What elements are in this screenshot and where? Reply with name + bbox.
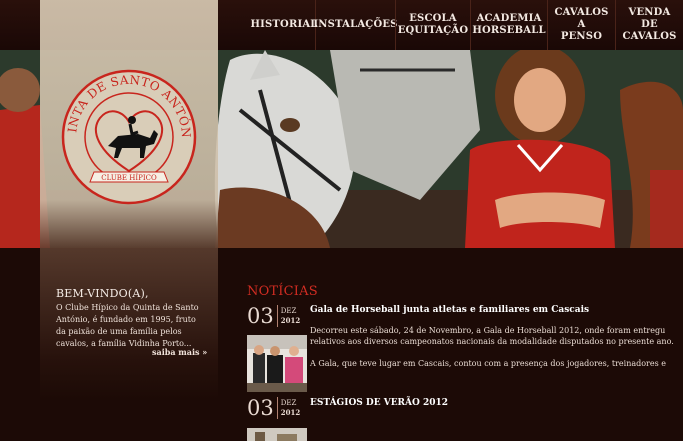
nav-label: ESCOLA EQUITAÇÃO: [397, 13, 469, 36]
nav-label: INSTALAÇÕES: [313, 19, 398, 30]
nav-item-escola-equitacao[interactable]: ESCOLA EQUITAÇÃO: [395, 0, 470, 50]
nav-label: HISTORIAL: [250, 19, 318, 30]
news-body-line: A Gala, que teve lugar em Cascais, conto…: [310, 359, 666, 368]
news-thumbnail[interactable]: [247, 335, 307, 392]
nav-label: VENDA DE CAVALOS: [622, 7, 677, 42]
logo-banner-text: CLUBE HÍPICO: [101, 173, 157, 182]
news-date: 03 DEZ 2012: [247, 397, 300, 419]
news-date-monthyear: DEZ 2012: [278, 398, 300, 418]
news-thumbnail-image: [247, 335, 307, 392]
news-thumbnail[interactable]: [247, 427, 307, 441]
nav-item-venda-de-cavalos[interactable]: VENDA DE CAVALOS: [615, 0, 683, 50]
nav-item-cavalos-a-penso[interactable]: CAVALOS A PENSO: [547, 0, 615, 50]
news-date-year: 2012: [280, 408, 301, 417]
news-date-monthyear: DEZ 2012: [278, 306, 300, 326]
saiba-mais-link[interactable]: saiba mais »: [152, 347, 207, 357]
nav-item-instalacoes[interactable]: INSTALAÇÕES: [313, 0, 398, 50]
club-logo[interactable]: QUINTA DE SANTO ANTÓNIO CLUBE HÍPICO: [58, 66, 200, 208]
main-menu: HISTORIAL INSTALAÇÕES ESCOLA EQUITAÇÃO A…: [250, 0, 683, 50]
news-date: 03 DEZ 2012: [247, 305, 300, 327]
news-date-month: DEZ: [280, 399, 297, 407]
news-thumbnail-image: [247, 428, 307, 441]
news-date-day: 03: [247, 397, 278, 419]
news-date-month: DEZ: [280, 307, 297, 315]
nav-item-historial[interactable]: HISTORIAL: [250, 0, 318, 50]
news-body-line: relativos aos diversos campeonatos nacio…: [310, 337, 674, 346]
welcome-title: BEM-VINDO(A),: [56, 287, 149, 300]
news-date-year: 2012: [280, 316, 301, 325]
nav-label: ACADEMIA HORSEBALL: [472, 13, 546, 36]
news-date-day: 03: [247, 305, 278, 327]
news-headline[interactable]: Gala de Horseball junta atletas e famili…: [310, 305, 589, 315]
welcome-text: O Clube Hípico da Quinta de Santo Antóni…: [56, 303, 199, 348]
nav-item-academia-horseball[interactable]: ACADEMIA HORSEBALL: [470, 0, 547, 50]
news-body-line: Decorreu este sábado, 24 de Novembro, a …: [310, 326, 666, 335]
news-headline[interactable]: ESTÁGIOS DE VERÃO 2012: [310, 398, 448, 408]
news-heading: NOTÍCIAS: [247, 284, 318, 299]
nav-label: CAVALOS A PENSO: [554, 7, 609, 42]
